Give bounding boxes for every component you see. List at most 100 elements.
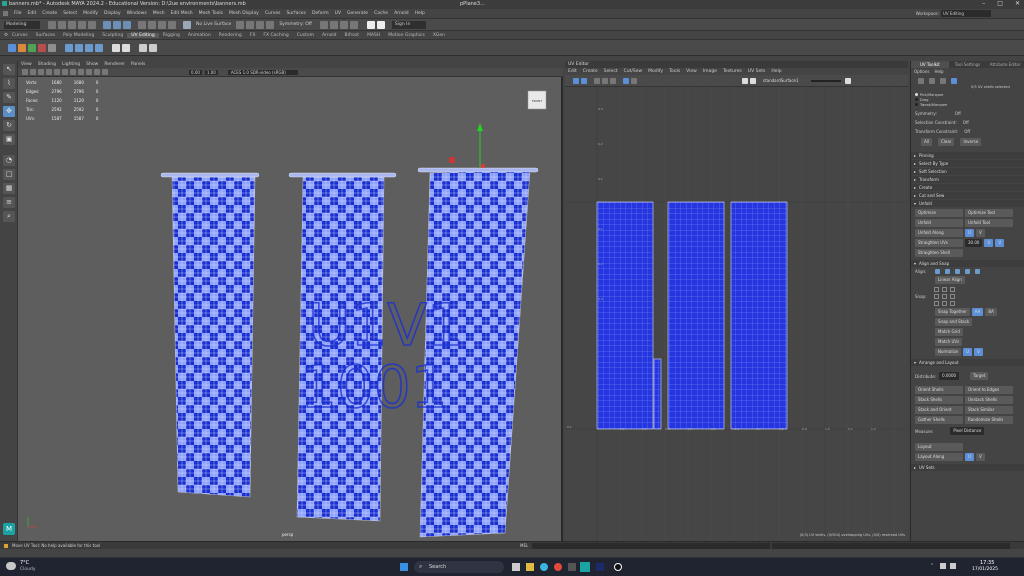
new-scene-icon[interactable] — [48, 20, 56, 29]
stack-similar-button[interactable]: Stack Similar — [965, 406, 1013, 414]
lights-icon[interactable] — [78, 69, 84, 75]
move-manipulator-center[interactable] — [449, 157, 455, 163]
uv-dim-icon[interactable] — [631, 77, 637, 84]
snap-grid[interactable] — [934, 287, 956, 306]
shelf-tab-bifrost[interactable]: Bifrost — [341, 33, 364, 38]
close-icon[interactable]: ✕ — [1015, 0, 1020, 7]
viewport-menu-renderer[interactable]: Renderer — [104, 62, 125, 67]
shelf-tab-animation[interactable]: Animation — [184, 33, 215, 38]
store-icon[interactable] — [568, 563, 576, 571]
render-settings-icon[interactable] — [349, 20, 358, 29]
uv-frame-icon[interactable] — [573, 77, 579, 84]
uv-menu-edit[interactable]: Edit — [568, 69, 577, 74]
snap-aa-button[interactable]: AA — [971, 308, 984, 316]
select-inverse-button[interactable]: Inverse — [960, 138, 982, 146]
unfold-along-button[interactable]: Unfold Along — [915, 229, 963, 237]
section-pinning[interactable]: Pinning — [911, 152, 1024, 159]
pause-icon[interactable] — [376, 20, 385, 29]
live-surface-label[interactable]: No Live Surface — [196, 22, 231, 27]
uv-shell-3[interactable] — [730, 201, 788, 430]
randomize-shells-button[interactable]: Randomize Shells — [965, 416, 1013, 424]
align-snap-header[interactable]: Align and Snap — [911, 260, 1024, 267]
menu-uv[interactable]: UV — [335, 11, 341, 16]
auto-map-icon[interactable] — [48, 43, 56, 52]
distribute-target-button[interactable]: Target — [970, 372, 989, 380]
menu-mesh[interactable]: Mesh — [153, 11, 165, 16]
uv-menu-view[interactable]: View — [686, 69, 697, 74]
file-explorer-icon[interactable] — [526, 563, 534, 571]
save-scene-icon[interactable] — [68, 20, 76, 29]
shelf-tab-poly-modeling[interactable]: Poly Modeling — [59, 33, 98, 38]
maximize-icon[interactable]: □ — [997, 0, 1003, 7]
taskbar-search[interactable]: ⌕ Search — [414, 561, 504, 573]
menu-display[interactable]: Display — [104, 11, 121, 16]
normalize-button[interactable]: Normalize — [935, 348, 962, 356]
shelf-tab-rendering[interactable]: Rendering — [215, 33, 246, 38]
cut-uv-icon[interactable] — [65, 43, 73, 52]
shelf-tab-surfaces[interactable]: Surfaces — [32, 33, 60, 38]
shelf-tab-uv-editing[interactable]: UV Editing — [127, 32, 159, 38]
orient-shells-button[interactable]: Orient Shells — [915, 386, 963, 394]
uv-menu-image[interactable]: Image — [703, 69, 717, 74]
uv-menu-tools[interactable]: Tools — [669, 69, 680, 74]
weather-cloud-icon[interactable] — [6, 562, 16, 570]
history-icon[interactable] — [319, 20, 328, 29]
menu-surfaces[interactable]: Surfaces — [286, 11, 306, 16]
viewport-menu-show[interactable]: Show — [86, 62, 98, 67]
banner-rod-2[interactable] — [288, 172, 397, 178]
measure-select[interactable]: Pixel Distance — [950, 427, 985, 435]
far-clip-field[interactable]: 1.00 — [204, 69, 218, 75]
uv-shaded-icon[interactable] — [750, 77, 756, 84]
snap-ba-button[interactable]: BA — [985, 308, 997, 316]
unreal-engine-icon[interactable] — [614, 563, 622, 571]
menu-create[interactable]: Create — [42, 11, 57, 16]
search-tools-icon[interactable]: ⌕ — [3, 211, 15, 222]
uv-filter-icon[interactable] — [602, 77, 608, 84]
uv-border-icon[interactable] — [149, 43, 157, 52]
textured-icon[interactable] — [70, 69, 76, 75]
shelf-tab-mash[interactable]: MASH — [363, 33, 384, 38]
symmetry-select[interactable]: Off — [955, 111, 961, 116]
optimize-button[interactable]: Optimize — [915, 209, 963, 217]
menu-cache[interactable]: Cache — [374, 11, 388, 16]
viewport-menu-view[interactable]: View — [21, 62, 32, 67]
normalize-v-button[interactable]: V — [974, 348, 983, 356]
shelf-tab-custom[interactable]: Custom — [293, 33, 318, 38]
ipr-icon[interactable] — [339, 20, 348, 29]
normalize-u-button[interactable]: U — [963, 348, 973, 356]
mel-command-input[interactable] — [532, 543, 770, 549]
lasso-tool-icon[interactable]: ⌇ — [3, 78, 15, 89]
chrome-icon[interactable] — [554, 563, 562, 571]
orient-to-edges-button[interactable]: Orient to Edges — [965, 386, 1013, 394]
uv-shell-mode-icon[interactable] — [951, 78, 957, 84]
select-clear-button[interactable]: Clear — [937, 138, 955, 146]
unfold-tool-button[interactable]: Unfold Tool — [965, 219, 1013, 227]
layout-button[interactable]: Layout — [915, 443, 963, 451]
smooth-shade-icon[interactable] — [62, 69, 68, 75]
soft-select-icon[interactable]: ◔ — [3, 155, 15, 166]
uv-menu-help[interactable]: Help — [771, 69, 781, 74]
snap-together-button[interactable]: Snap Together — [935, 308, 970, 316]
viewport-menu-lighting[interactable]: Lighting — [62, 62, 80, 67]
photoshop-icon[interactable] — [596, 563, 604, 571]
stack-orient-button[interactable]: Stack and Orient — [915, 406, 963, 414]
layout-u-button[interactable]: U — [965, 453, 974, 461]
align-right-icon[interactable] — [955, 269, 960, 274]
uv-exposure-slider[interactable] — [810, 79, 841, 82]
single-view-icon[interactable]: □ — [3, 169, 15, 180]
section-create[interactable]: Create — [911, 184, 1024, 191]
unfold-icon[interactable] — [85, 43, 93, 52]
vertex-mode-icon[interactable] — [138, 20, 146, 29]
straighten-uvs-button[interactable]: Straighten UVs — [915, 239, 963, 247]
straighten-angle-field[interactable]: 30.00 — [965, 239, 983, 247]
play-icon[interactable] — [366, 20, 375, 29]
menu-arnold[interactable]: Arnold — [394, 11, 409, 16]
menu-select[interactable]: Select — [63, 11, 77, 16]
minimize-icon[interactable]: – — [982, 0, 985, 7]
uv-checker-icon[interactable] — [623, 77, 629, 84]
align-top-icon[interactable] — [965, 269, 970, 274]
layout-icon[interactable] — [95, 43, 103, 52]
menu-help[interactable]: Help — [415, 11, 425, 16]
bookmark-icon[interactable] — [30, 69, 36, 75]
match-uvs-button[interactable]: Match UVs — [935, 338, 963, 346]
